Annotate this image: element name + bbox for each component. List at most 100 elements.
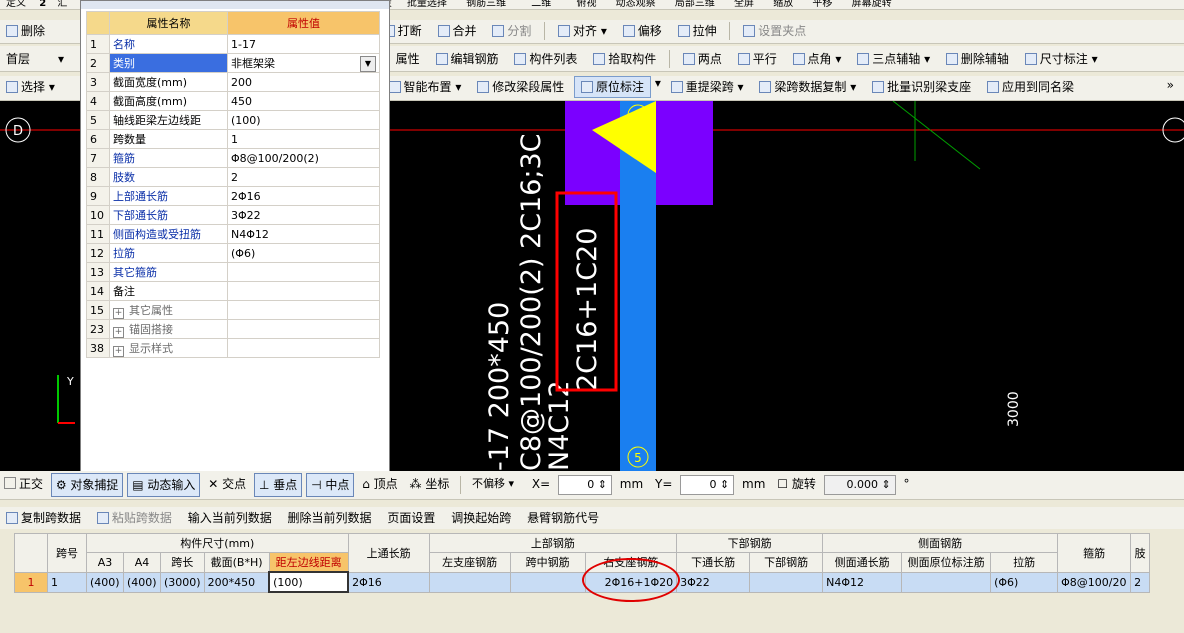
copy-span-button[interactable]: 复制跨数据 <box>0 507 87 529</box>
perpendicular-icon: ⊥ <box>258 478 274 492</box>
tb0-0[interactable]: 定义 <box>0 0 32 9</box>
property-row[interactable]: 38 + 显示样式 <box>86 338 380 358</box>
apply-same-name-button[interactable]: 应用到同名梁 <box>981 76 1080 98</box>
paste-span-button[interactable]: 粘贴跨数据 <box>91 507 178 529</box>
pick-component-button[interactable]: 拾取构件 <box>587 48 662 70</box>
swap-start-span-button[interactable]: 调换起始跨 <box>445 507 517 529</box>
ortho-toggle[interactable]: 正交 <box>0 471 47 497</box>
tb0-1[interactable]: 2 <box>35 0 50 9</box>
property-rows: 1 名称 1-17 2 类别 非框架梁 ▼ 3 截面宽度(mm) 200 4 截面高度(mm) 450 5… <box>86 34 380 358</box>
dynamic-input-toggle[interactable]: ▤ 动态输入 <box>127 473 201 497</box>
ortho-icon <box>4 477 16 489</box>
tb0-9[interactable]: 局部三维 <box>667 0 723 9</box>
table-row[interactable]: 1 1 (400) (400) (3000) 200*450 (100) 2Φ1… <box>14 557 1151 602</box>
tb0-10[interactable]: 全屏 <box>726 0 762 9</box>
component-list-button[interactable]: 构件列表 <box>508 48 583 70</box>
tb0-11[interactable]: 缩放 <box>765 0 801 9</box>
three-point-axis-button[interactable]: 三点辅轴 ▾ <box>851 48 936 70</box>
intersection-icon: ✕ <box>208 477 223 491</box>
property-row[interactable]: 1 名称 1-17 <box>86 34 380 54</box>
page-setup-button[interactable]: 页面设置 <box>381 507 441 529</box>
annotation-text: 2C16+1C20 <box>572 228 603 391</box>
modify-beam-attr-button[interactable]: 修改梁段属性 <box>471 76 570 98</box>
delete-axis-button[interactable]: 删除辅轴 <box>940 48 1015 70</box>
smart-layout-button[interactable]: 智能布置 ▾ <box>383 76 468 98</box>
beam-text-2: C8@100/200(2) 2C16;3C <box>516 133 547 471</box>
tb0-7[interactable]: 俯视 <box>568 0 604 9</box>
dimension-button[interactable]: 尺寸标注 ▾ <box>1019 48 1104 70</box>
property-row[interactable]: 13 其它箍筋 <box>86 262 380 282</box>
parallel-button[interactable]: 平行 <box>732 48 783 70</box>
chevron-down-icon[interactable]: ▼ <box>360 55 376 72</box>
tb0-4[interactable]: 批量选择 <box>399 0 455 9</box>
y-input[interactable]: 0 ⇕ <box>680 475 735 495</box>
expand-icon[interactable]: + <box>113 307 124 319</box>
col-side-rebar-group: 侧面钢筋 <box>822 533 1059 553</box>
expand-icon[interactable]: + <box>113 345 124 357</box>
select-button[interactable]: 选择 ▾ <box>0 76 61 98</box>
property-row[interactable]: 23 + 锚固搭接 <box>86 319 380 339</box>
list-icon <box>514 53 527 65</box>
align-button[interactable]: 对齐 ▾ <box>552 20 613 42</box>
property-row[interactable]: 2 类别 非框架梁 ▼ <box>86 53 380 73</box>
rotate-checkbox[interactable]: ☐ 旋转 <box>773 471 820 497</box>
input-column-button[interactable]: 输入当前列数据 <box>182 507 278 529</box>
edit-rebar-icon <box>435 53 448 65</box>
more-icon[interactable]: » <box>1167 78 1174 92</box>
batch-identify-button[interactable]: 批量识别梁支座 <box>866 76 977 98</box>
two-points-icon <box>682 53 695 65</box>
property-row[interactable]: 8 肢数 2 <box>86 167 380 187</box>
midpoint-snap[interactable]: ⊣ 中点 <box>306 473 355 497</box>
in-situ-annotation-button[interactable]: 原位标注 <box>574 76 652 98</box>
offset-button[interactable]: 偏移 <box>617 20 668 42</box>
property-row[interactable]: 12 拉筋 (Φ6) <box>86 243 380 263</box>
col-stirrup: 箍筋 <box>1057 533 1132 573</box>
property-row[interactable]: 3 截面宽度(mm) 200 <box>86 72 380 92</box>
two-points-button[interactable]: 两点 <box>677 48 728 70</box>
property-row[interactable]: 6 跨数量 1 <box>86 129 380 149</box>
expand-icon[interactable]: + <box>113 326 124 338</box>
tb0-12[interactable]: 平移 <box>804 0 840 9</box>
property-row[interactable]: 9 上部通长筋 2Φ16 <box>86 186 380 206</box>
perpendicular-snap[interactable]: ⊥ 垂点 <box>253 473 303 497</box>
property-panel-titlebar[interactable] <box>81 1 389 9</box>
re-extract-span-button[interactable]: 重提梁跨 ▾ <box>665 76 750 98</box>
property-row[interactable]: 5 轴线距梁左边线距 (100) <box>86 110 380 130</box>
property-row[interactable]: 14 备注 <box>86 281 380 301</box>
property-row[interactable]: 4 截面高度(mm) 450 <box>86 91 380 111</box>
intersection-snap[interactable]: ✕ 交点 <box>204 471 250 497</box>
tb0-13[interactable]: 屏幕旋转 <box>844 0 900 9</box>
x-input[interactable]: 0 ⇕ <box>557 475 612 495</box>
coordinate-snap[interactable]: ⁂ 坐标 <box>406 471 454 497</box>
floor-select[interactable]: 首层 ▾ <box>0 48 70 70</box>
tb0-6[interactable]: 二维 <box>517 0 565 9</box>
set-grip-button[interactable]: 设置夹点 <box>737 20 812 42</box>
property-button[interactable]: 属性 <box>390 48 426 70</box>
active-cell[interactable]: (100) <box>268 571 350 593</box>
delete-column-button[interactable]: 删除当前列数据 <box>282 507 378 529</box>
property-row[interactable]: 7 箍筋 Φ8@100/200(2) <box>86 148 380 168</box>
cantilever-code-button[interactable]: 悬臂钢筋代号 <box>521 507 605 529</box>
copy-span-data-button[interactable]: 梁跨数据复制 ▾ <box>753 76 862 98</box>
edit-rebar-button[interactable]: 编辑钢筋 <box>430 48 505 70</box>
merge-button[interactable]: 合并 <box>432 20 483 42</box>
x-unit: mm <box>619 477 644 491</box>
tb0-2[interactable]: 汇 <box>53 0 71 9</box>
property-row[interactable]: 10 下部通长筋 3Φ22 <box>86 205 380 225</box>
point-angle-button[interactable]: 点角 ▾ <box>787 48 848 70</box>
object-snap-toggle[interactable]: ⚙ 对象捕捉 <box>50 473 124 497</box>
vertex-snap[interactable]: ⌂ 顶点 <box>358 471 401 497</box>
delete-button[interactable]: 删除 <box>0 20 51 42</box>
split-button[interactable]: 分割 <box>486 20 537 42</box>
rotate-input[interactable]: 0.000 ⇕ <box>823 475 896 495</box>
tb0-5[interactable]: 钢筋三维 <box>458 0 514 9</box>
right-support-cell[interactable]: 2Φ16+1Φ20 <box>581 557 680 602</box>
stretch-button[interactable]: 拉伸 <box>672 20 723 42</box>
property-row[interactable]: 15 + 其它属性 <box>86 300 380 320</box>
stretch-icon <box>677 25 690 37</box>
split-icon <box>492 25 505 37</box>
property-row[interactable]: 11 侧面构造或受扭筋 N4Φ12 <box>86 224 380 244</box>
offset-select[interactable]: 不偏移 ▾ <box>468 475 524 493</box>
copy-icon <box>759 81 772 93</box>
tb0-8[interactable]: 动态观察 <box>608 0 664 9</box>
